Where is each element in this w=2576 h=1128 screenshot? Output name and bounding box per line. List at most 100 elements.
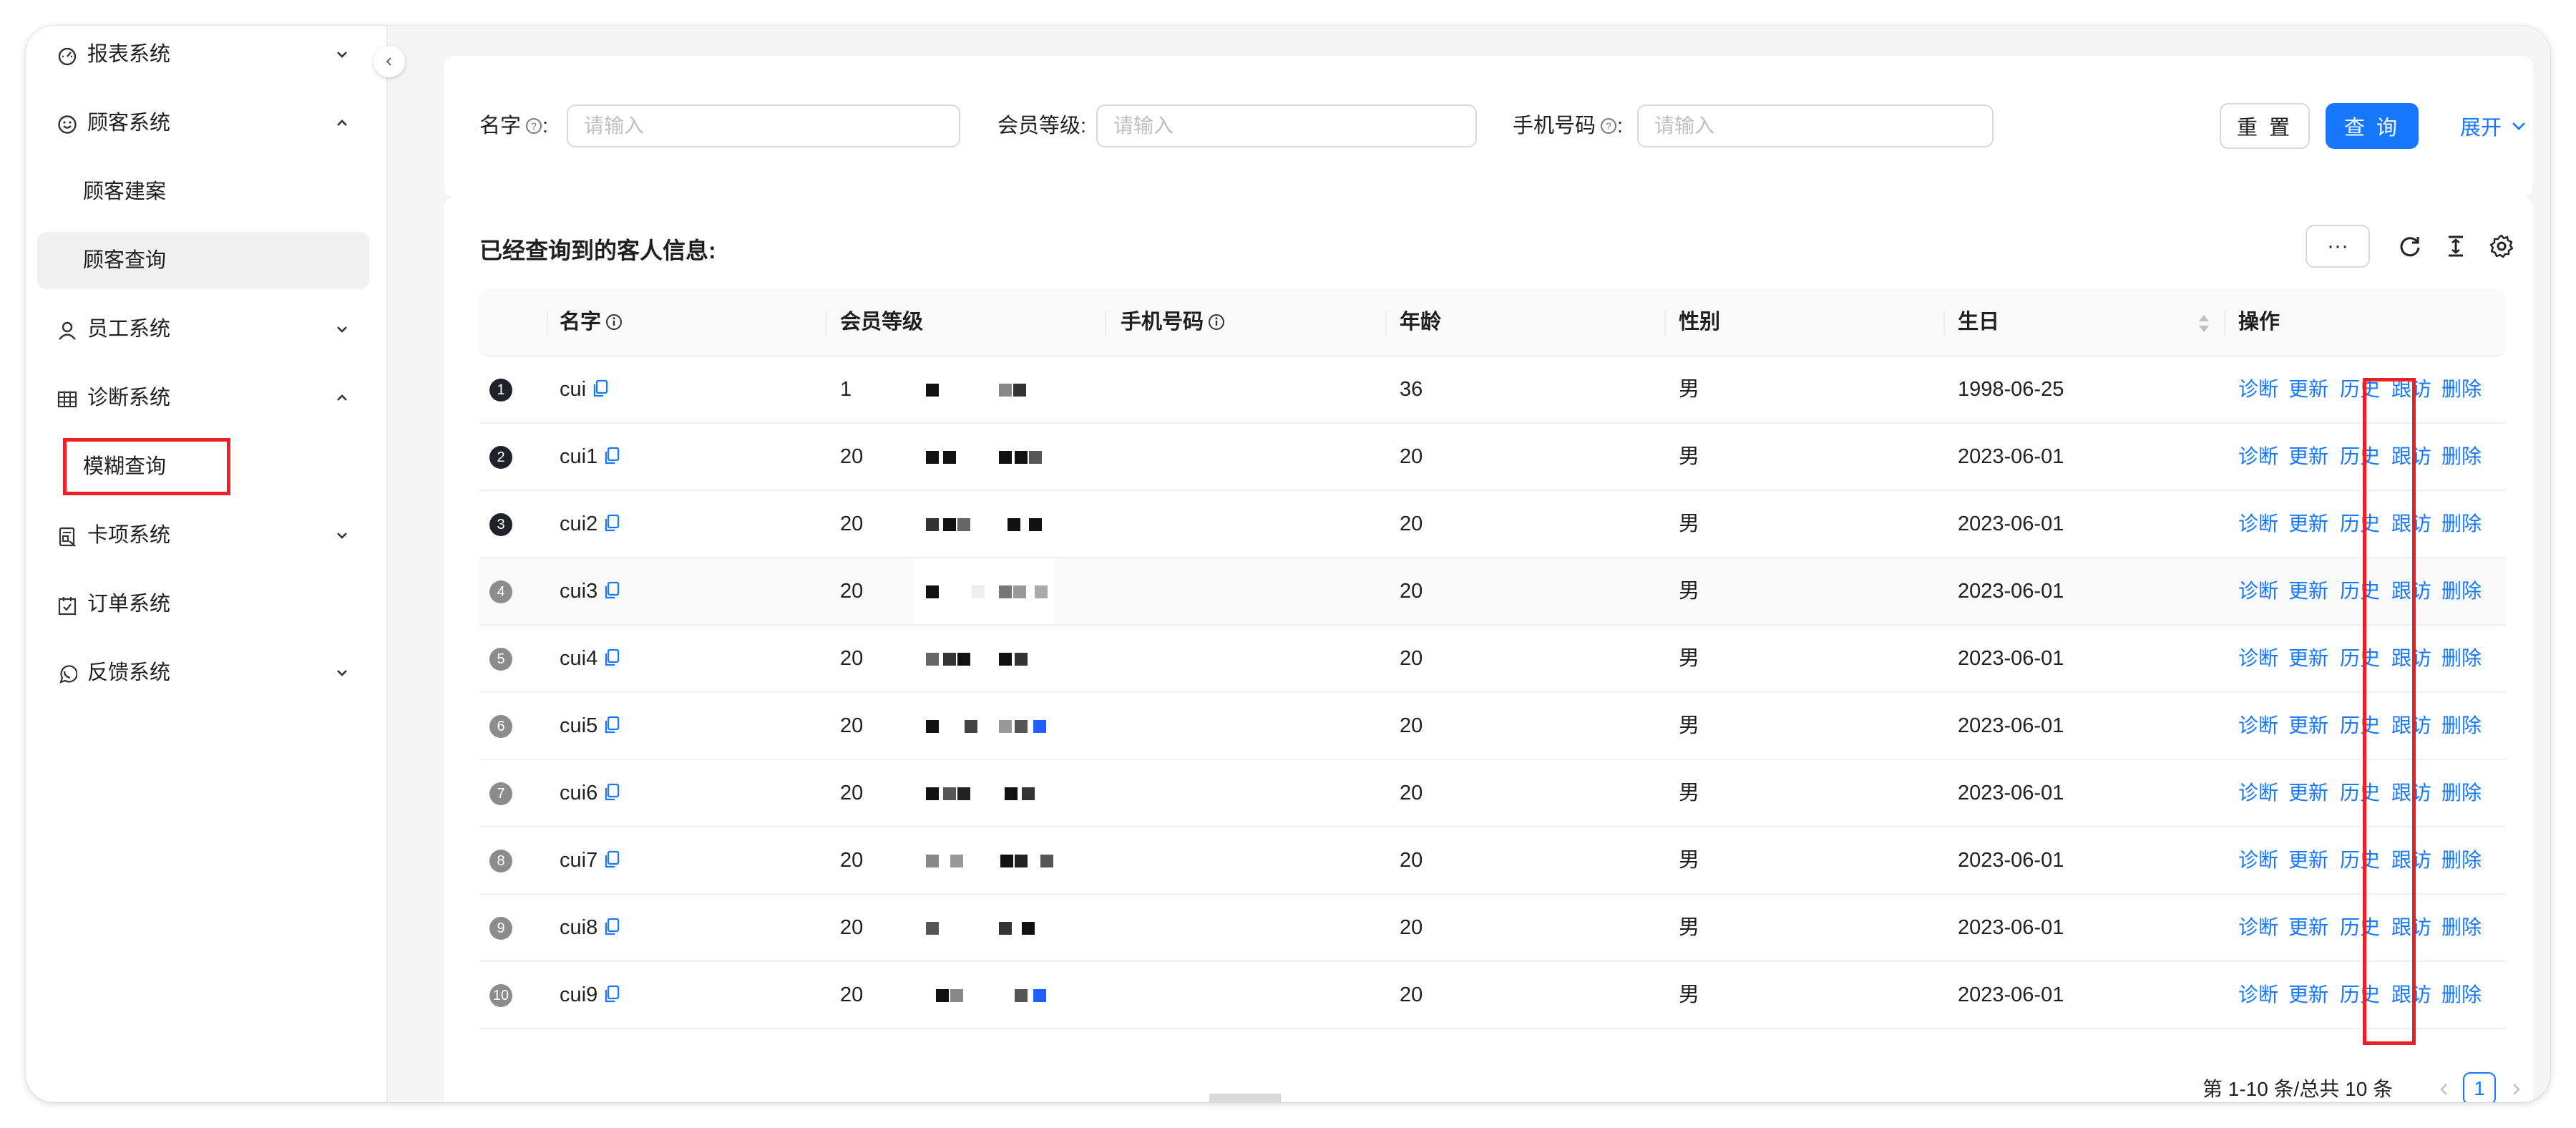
action-diagnose-link[interactable]: 诊断: [2238, 895, 2278, 961]
cell-name: cui3: [560, 558, 620, 624]
cell-birthday: 2023-06-01: [1958, 916, 2064, 939]
action-diagnose-link[interactable]: 诊断: [2238, 558, 2278, 624]
action-delete-link[interactable]: 删除: [2441, 827, 2482, 893]
redaction-pixel: [1015, 451, 1028, 464]
reset-button[interactable]: 重 置: [2220, 103, 2310, 149]
copy-icon[interactable]: [603, 447, 620, 465]
cell-gender: 男: [1679, 580, 1700, 603]
redacted-phone: [914, 962, 1055, 1028]
sidebar-item-diagnosis[interactable]: 诊断系统: [37, 369, 369, 427]
expand-toggle[interactable]: 展开: [2460, 103, 2527, 149]
app-window: 报表系统 顾客系统 顾客建案 顾客查询 员工系统 诊断系统 模糊查询 卡项系统 …: [26, 26, 2550, 1102]
cell-birthday: 1998-06-25: [1958, 378, 2064, 401]
action-update-link[interactable]: 更新: [2288, 424, 2328, 490]
action-diagnose-link[interactable]: 诊断: [2238, 693, 2278, 759]
info-circle-icon[interactable]: [605, 313, 623, 331]
action-delete-link[interactable]: 删除: [2441, 424, 2482, 490]
member-level-input[interactable]: [1096, 104, 1477, 147]
reload-icon[interactable]: [2397, 233, 2423, 259]
copy-icon[interactable]: [603, 514, 620, 533]
table-row: 3 cui2 20 20 男 2023-06-01 诊断 更新 历史 跟访 删除: [479, 491, 2506, 558]
cell-birthday: 2023-06-01: [1958, 445, 2064, 468]
action-update-link[interactable]: 更新: [2288, 962, 2328, 1028]
action-delete-link[interactable]: 删除: [2441, 491, 2482, 557]
redaction-pixel: [1033, 720, 1046, 733]
redaction-pixel: [926, 855, 939, 867]
sidebar-item-feedback[interactable]: 反馈系统: [37, 644, 369, 701]
redaction-pixel: [926, 585, 939, 598]
copy-icon[interactable]: [603, 850, 620, 869]
question-circle-icon[interactable]: ?: [525, 117, 542, 135]
copy-icon[interactable]: [603, 918, 620, 936]
redaction-pixel: [943, 518, 956, 531]
sidebar-item-cards[interactable]: 卡项系统: [37, 507, 369, 564]
action-delete-link[interactable]: 删除: [2441, 760, 2482, 826]
column-height-icon[interactable]: [2443, 233, 2469, 259]
redacted-phone: [914, 424, 1055, 490]
action-diagnose-link[interactable]: 诊断: [2238, 424, 2278, 490]
action-delete-link[interactable]: 删除: [2441, 626, 2482, 691]
sidebar-item-reports[interactable]: 报表系统: [37, 26, 369, 83]
copy-icon[interactable]: [603, 581, 620, 600]
action-update-link[interactable]: 更新: [2288, 491, 2328, 557]
phone-label-text: 手机号码: [1513, 115, 1596, 137]
action-diagnose-link[interactable]: 诊断: [2238, 962, 2278, 1028]
cell-level: 20: [840, 512, 864, 535]
phone-input[interactable]: [1637, 104, 1994, 147]
action-update-link[interactable]: 更新: [2288, 626, 2328, 691]
copy-icon[interactable]: [603, 783, 620, 802]
action-update-link[interactable]: 更新: [2288, 895, 2328, 961]
cell-level: 20: [840, 647, 864, 670]
query-button[interactable]: 查 询: [2326, 103, 2419, 149]
action-diagnose-link[interactable]: 诊断: [2238, 491, 2278, 557]
copy-icon[interactable]: [603, 648, 620, 667]
page-1-button[interactable]: 1: [2463, 1072, 2496, 1102]
sidebar-item-customers[interactable]: 顾客系统: [37, 94, 369, 152]
more-button[interactable]: ···: [2306, 225, 2370, 268]
column-header-birthday[interactable]: 生日: [1958, 289, 1999, 355]
table-row: 8 cui7 20 20 男 2023-06-01 诊断 更新 历史 跟访 删除: [479, 827, 2506, 895]
sidebar-collapse-button[interactable]: [374, 46, 405, 77]
name-text: cui4: [560, 647, 598, 670]
redaction-pixel: [1015, 855, 1028, 867]
sidebar-item-staff[interactable]: 员工系统: [37, 301, 369, 358]
action-update-link[interactable]: 更新: [2288, 760, 2328, 826]
submenu-customer-create[interactable]: 顾客建案: [37, 163, 369, 220]
redaction-pixel: [1029, 518, 1042, 531]
cell-name: cui9: [560, 962, 620, 1028]
action-delete-link[interactable]: 删除: [2441, 895, 2482, 961]
sort-icon[interactable]: [2197, 313, 2211, 334]
action-update-link[interactable]: 更新: [2288, 356, 2328, 422]
scroll-handle[interactable]: [1209, 1094, 1281, 1102]
cell-age: 20: [1400, 714, 1423, 737]
name-input[interactable]: [567, 104, 960, 147]
copy-icon[interactable]: [603, 716, 620, 734]
cell-name: cui1: [560, 424, 620, 490]
highlight-box-fuzzy-query: [63, 438, 230, 495]
copy-icon[interactable]: [603, 985, 620, 1003]
table-title: 已经查询到的客人信息:: [479, 238, 716, 263]
redaction-pixel: [957, 653, 970, 666]
question-circle-icon[interactable]: ?: [1600, 117, 1617, 135]
action-delete-link[interactable]: 删除: [2441, 558, 2482, 624]
action-update-link[interactable]: 更新: [2288, 693, 2328, 759]
sidebar-item-orders[interactable]: 订单系统: [37, 575, 369, 633]
action-delete-link[interactable]: 删除: [2441, 962, 2482, 1028]
chevron-left-icon: [386, 57, 391, 66]
copy-icon[interactable]: [592, 379, 609, 398]
action-diagnose-link[interactable]: 诊断: [2238, 827, 2278, 893]
action-delete-link[interactable]: 删除: [2441, 693, 2482, 759]
chevron-right-icon[interactable]: [2509, 1082, 2523, 1097]
redaction-pixel: [1040, 855, 1053, 867]
action-update-link[interactable]: 更新: [2288, 558, 2328, 624]
info-circle-icon[interactable]: [1208, 313, 1225, 331]
action-diagnose-link[interactable]: 诊断: [2238, 356, 2278, 422]
action-update-link[interactable]: 更新: [2288, 827, 2328, 893]
table-row: 6 cui5 20 20 男 2023-06-01 诊断 更新 历史 跟访 删除: [479, 693, 2506, 760]
action-diagnose-link[interactable]: 诊断: [2238, 626, 2278, 691]
settings-gear-icon[interactable]: [2489, 233, 2514, 259]
action-diagnose-link[interactable]: 诊断: [2238, 760, 2278, 826]
submenu-customer-query[interactable]: 顾客查询: [37, 232, 369, 289]
chevron-left-icon[interactable]: [2437, 1082, 2451, 1097]
action-delete-link[interactable]: 删除: [2441, 356, 2482, 422]
